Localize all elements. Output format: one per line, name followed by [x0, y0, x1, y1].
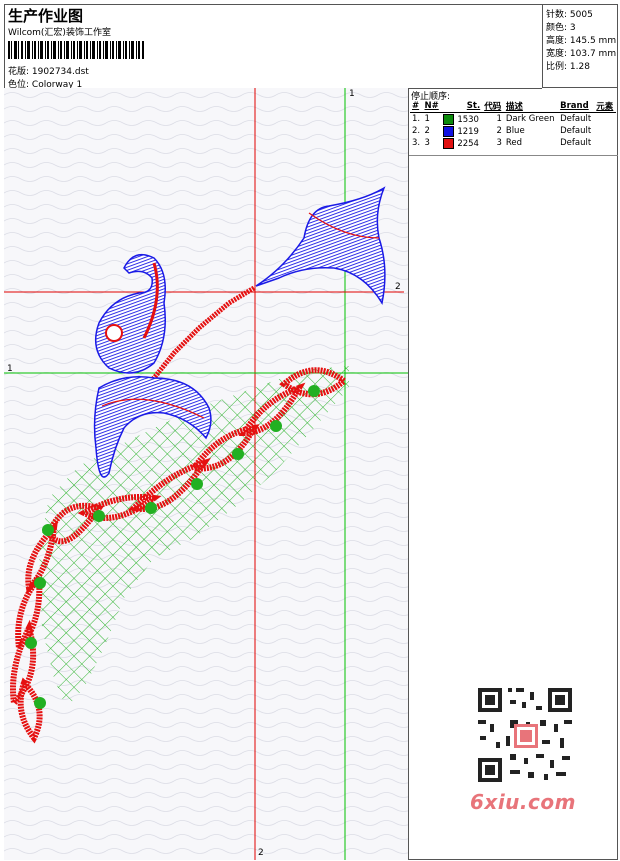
- design-value: 1902734.dst: [31, 67, 89, 77]
- stats-panel: 针数: 5005 颜色: 3 高度: 145.5 mm 宽度: 103.7 mm…: [542, 4, 618, 88]
- guide-label-h2: 2: [395, 282, 401, 292]
- cell-element: [594, 125, 616, 137]
- design-label: 花版:: [8, 67, 30, 77]
- col-code: 代码: [482, 100, 504, 113]
- cell-stitches: 1530: [441, 113, 482, 126]
- table-row[interactable]: 1. 1 1530 1 Dark Green Default: [410, 113, 616, 126]
- col-n: N#: [422, 100, 442, 113]
- table-row[interactable]: 3. 3 2254 3 Red Default: [410, 137, 616, 149]
- cell-stitches: 2254: [441, 137, 482, 149]
- studio-name: Wilcom(汇宏)装饰工作室: [8, 28, 111, 38]
- stitch-count: 1530: [457, 114, 479, 125]
- stat-height: 高度: 145.5 mm: [546, 36, 617, 46]
- cell-desc: Blue: [505, 126, 525, 136]
- cell-index: 2.: [412, 126, 421, 136]
- guide-label-v2: 2: [258, 848, 264, 858]
- qr-code: [470, 680, 580, 790]
- stop-sequence-table: # N# St. 代码 描述 Brand 元素 1. 1 1530 1 Dark Gre…: [410, 100, 616, 149]
- panel-divider: [409, 155, 618, 156]
- cell-desc: Dark Green: [505, 114, 555, 124]
- stat-scale: 比例: 1.28: [546, 62, 590, 72]
- col-element: 元素: [594, 100, 616, 113]
- design-info: 花版: 1902734.dst: [8, 64, 89, 77]
- color-swatch: [443, 137, 455, 149]
- stitch-count: 2254: [457, 138, 479, 149]
- cell-brand: Default: [560, 126, 592, 136]
- cell-n: 3: [424, 138, 430, 148]
- table-row[interactable]: 2. 2 1219 2 Blue Default: [410, 125, 616, 137]
- barcode: [8, 41, 144, 59]
- table-header-row: # N# St. 代码 描述 Brand 元素: [410, 100, 616, 113]
- stat-stitches: 针数: 5005: [546, 10, 593, 20]
- cell-brand: Default: [560, 114, 592, 124]
- watermark-text: 6xiu.com: [470, 790, 576, 814]
- cell-element: [594, 137, 616, 149]
- color-swatch: [443, 125, 455, 137]
- stitch-count: 1219: [457, 126, 479, 137]
- stat-colors: 颜色: 3: [546, 23, 576, 33]
- stop-sequence-panel: 停止顺序: # N# St. 代码 描述 Brand 元素 1. 1 1530 1 Da…: [409, 88, 618, 156]
- col-stitches: St.: [441, 100, 483, 113]
- guide-label-h1: 1: [7, 364, 13, 374]
- embroidery-preview: [4, 88, 408, 860]
- cell-code: 3: [496, 138, 502, 148]
- cell-stitches: 1219: [441, 125, 482, 137]
- guide-label-v1: 1: [349, 89, 355, 99]
- cell-index: 3.: [412, 138, 421, 148]
- header: 生产作业图 Wilcom(汇宏)装饰工作室 花版: 1902734.dst 色位…: [4, 4, 542, 90]
- cell-desc: Red: [505, 138, 523, 148]
- col-index: #: [410, 100, 423, 113]
- cell-code: 1: [496, 114, 502, 124]
- cell-n: 2: [424, 126, 430, 136]
- col-brand: Brand: [558, 100, 595, 113]
- color-swatch: [443, 113, 455, 125]
- stat-width: 宽度: 103.7 mm: [546, 49, 617, 59]
- design-canvas[interactable]: 1 2 1 2: [4, 88, 409, 860]
- cell-code: 2: [496, 126, 502, 136]
- col-desc: 描述: [503, 100, 559, 113]
- page-title: 生产作业图: [8, 7, 84, 25]
- cell-element: [594, 113, 616, 126]
- cell-n: 1: [424, 114, 430, 124]
- cell-index: 1.: [412, 114, 421, 124]
- cell-brand: Default: [560, 138, 592, 148]
